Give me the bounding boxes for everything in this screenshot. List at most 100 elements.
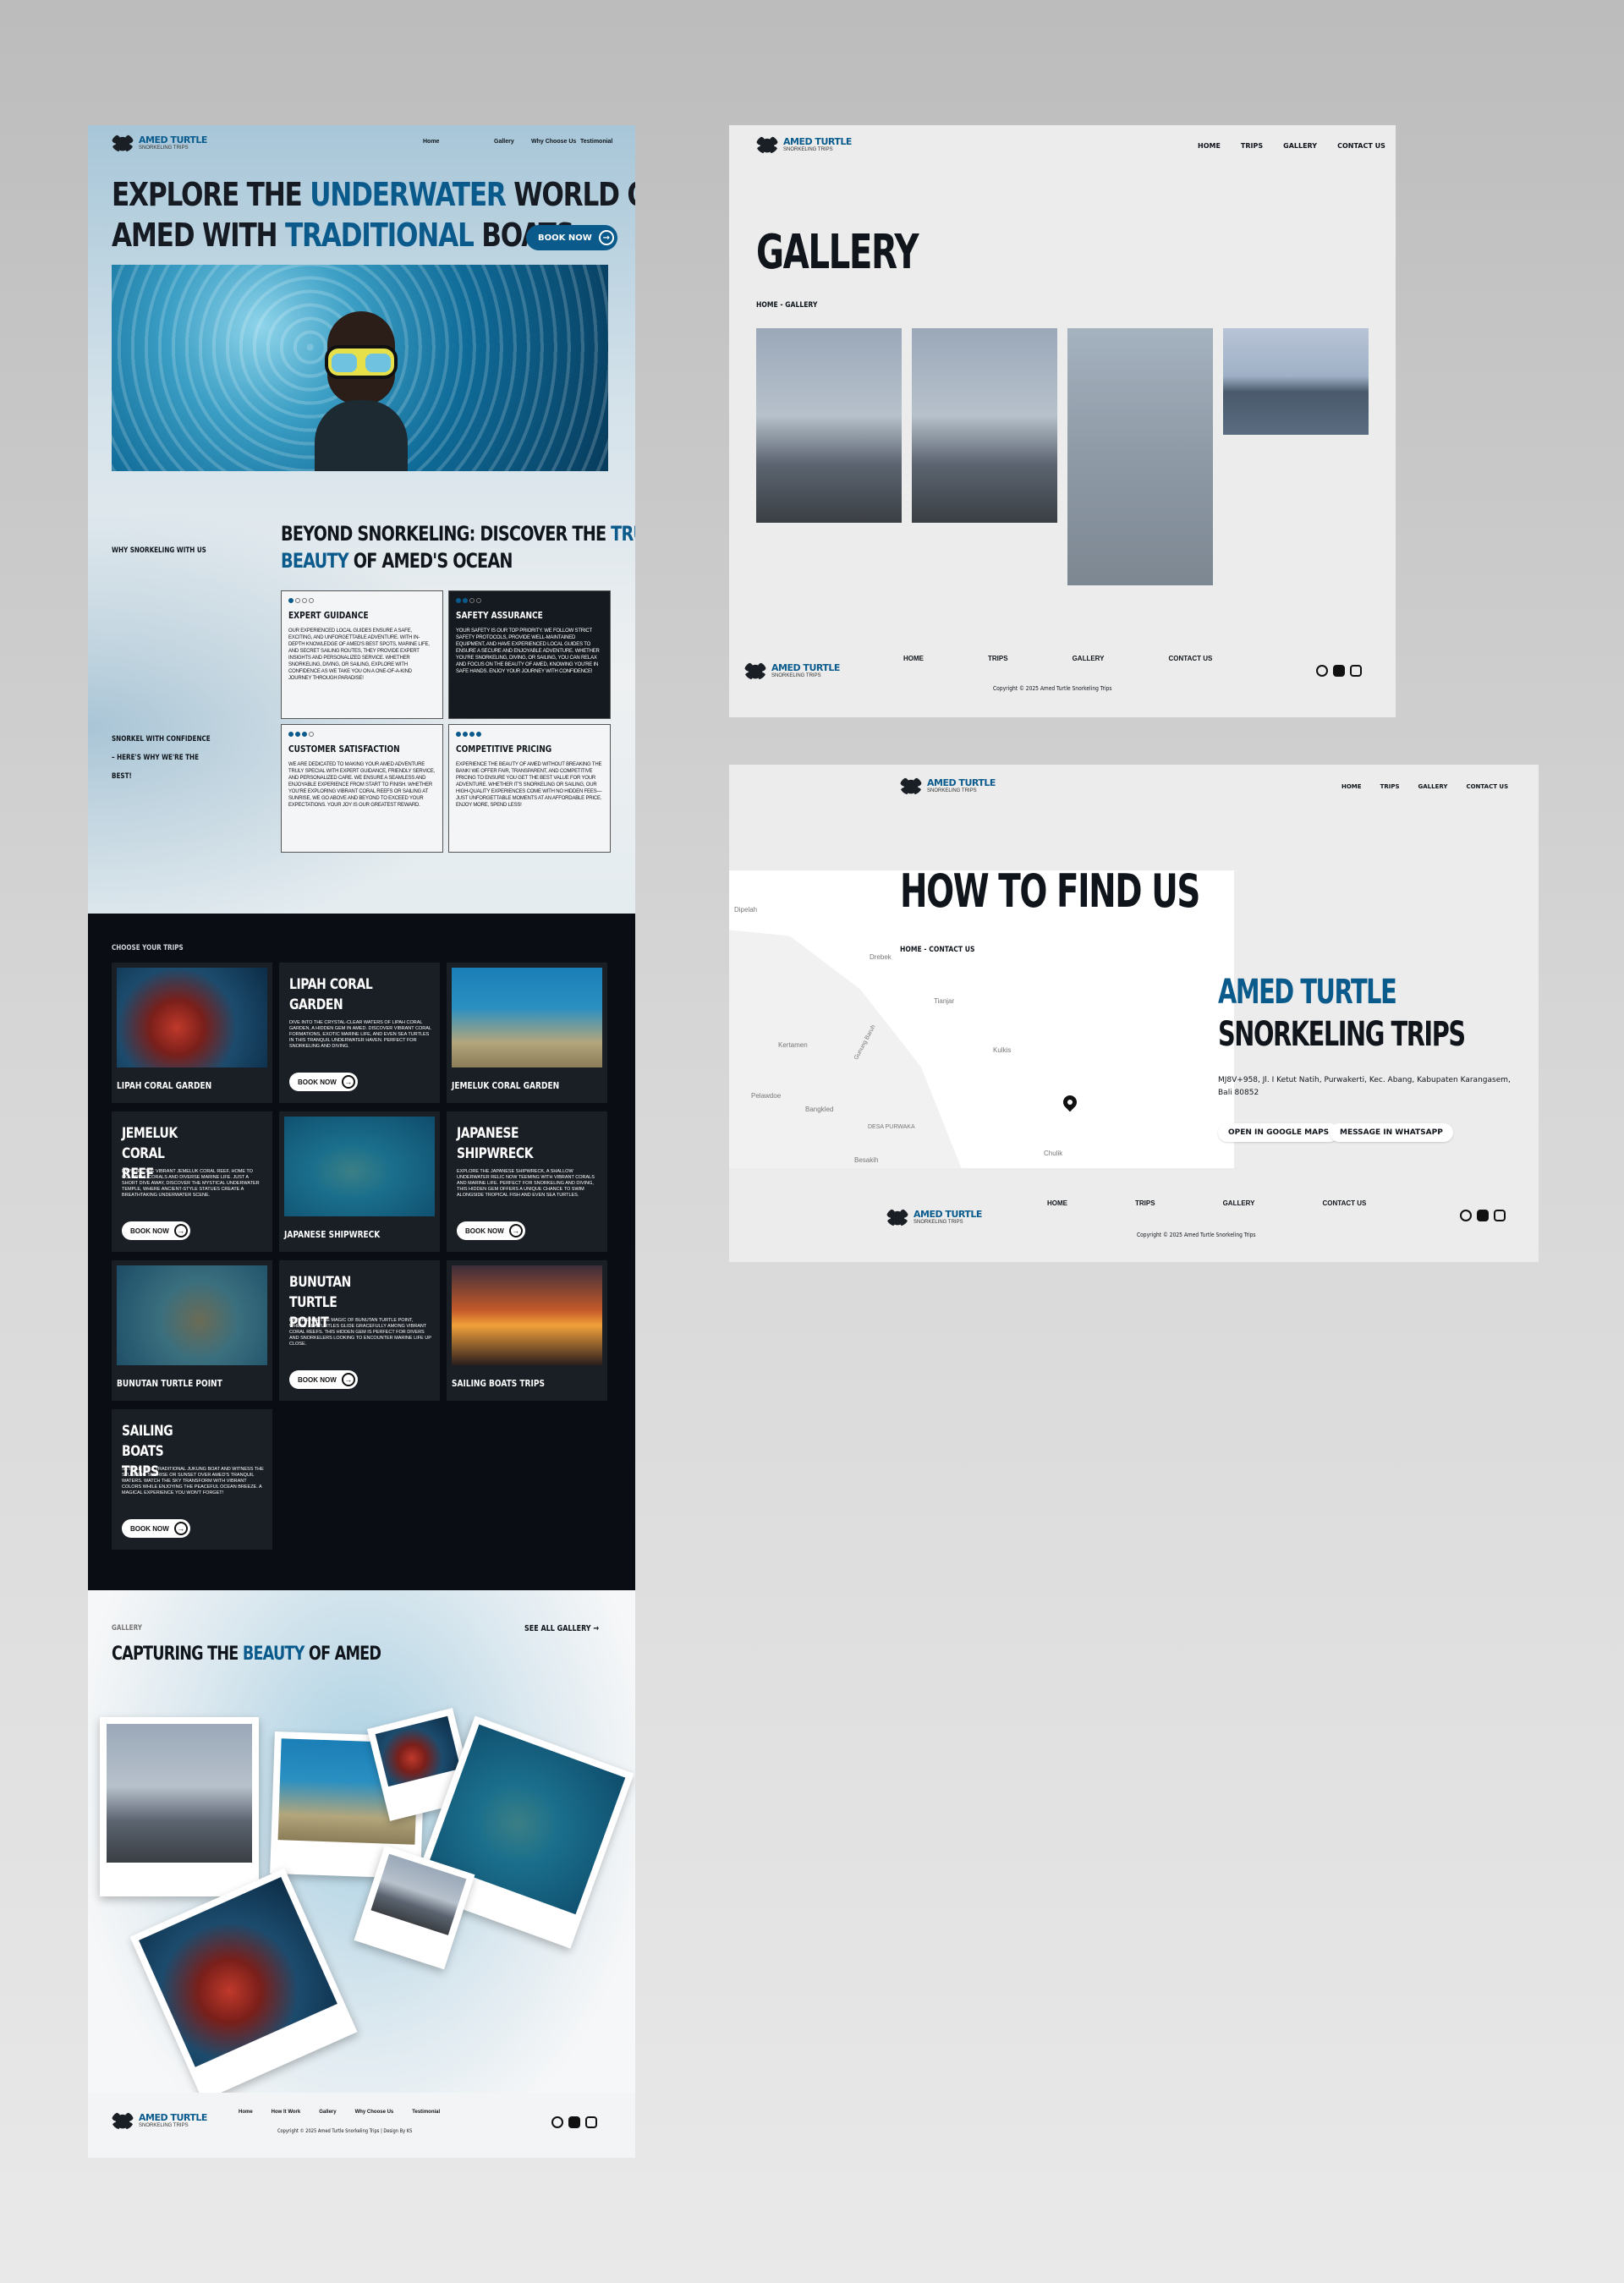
book-now-button[interactable]: BOOK NOW → bbox=[122, 1221, 190, 1240]
gallery-page-panel: AMED TURTLE SNORKELING TRIPS HOME TRIPS G… bbox=[729, 125, 1396, 717]
open-google-maps-button[interactable]: OPEN IN GOOGLE MAPS bbox=[1218, 1123, 1340, 1142]
gallery-photo[interactable] bbox=[1223, 328, 1369, 435]
gallery-photo[interactable] bbox=[1067, 328, 1213, 585]
footer-logo[interactable]: AMED TURTLE SNORKELING TRIPS bbox=[886, 1208, 982, 1227]
turtle-logo-icon bbox=[112, 134, 134, 152]
trip-card-shipwreck-image[interactable]: JAPANESE SHIPWRECK bbox=[279, 1111, 440, 1252]
social-links bbox=[1316, 665, 1362, 677]
turtle-logo-icon bbox=[886, 1208, 908, 1227]
polaroid-photo[interactable] bbox=[129, 1868, 358, 2101]
nav-why-choose-us[interactable]: Why Choose Us bbox=[531, 139, 576, 145]
footer-link[interactable]: CONTACT US bbox=[1169, 655, 1213, 662]
feature-card-expert-guidance: EXPERT GUIDANCE OUR EXPERIENCED LOCAL GUI… bbox=[281, 590, 443, 719]
book-now-button[interactable]: BOOK NOW → bbox=[289, 1370, 358, 1389]
home-footer: AMED TURTLE SNORKELING TRIPS Home How It … bbox=[88, 2093, 635, 2158]
polaroid-photo[interactable] bbox=[100, 1717, 259, 1896]
footer-link[interactable]: HOME bbox=[1047, 1199, 1067, 1207]
feature-card-safety-assurance: SAFETY ASSURANCE YOUR SAFETY IS OUR TOP P… bbox=[448, 590, 611, 719]
trip-card-sailing-info: SAILING BOATS TRIPS SET SAIL ON A TRADITI… bbox=[112, 1409, 272, 1550]
breadcrumb: HOME - GALLERY bbox=[756, 301, 818, 310]
message-whatsapp-button[interactable]: MESSAGE IN WHATSAPP bbox=[1330, 1123, 1453, 1142]
footer-link[interactable]: Home bbox=[239, 2110, 253, 2115]
trips-section: CHOOSE YOUR TRIPS LIPAH CORAL GARDEN LIP… bbox=[88, 914, 635, 1590]
trip-card-lipah-info: LIPAH CORAL GARDEN DIVE INTO THE CRYSTAL-… bbox=[279, 963, 440, 1103]
nav-home[interactable]: Home bbox=[423, 139, 439, 145]
instagram-icon[interactable] bbox=[585, 2116, 597, 2128]
nav-gallery[interactable]: Gallery bbox=[494, 139, 514, 145]
nav-home[interactable]: HOME bbox=[1198, 142, 1221, 150]
trip-card-jemeluk-image[interactable]: JEMELUK CORAL GARDEN bbox=[447, 963, 607, 1103]
footer-link[interactable]: GALLERY bbox=[1073, 655, 1105, 662]
social-links bbox=[551, 2116, 597, 2128]
hero-book-now-button[interactable]: BOOK NOW → bbox=[526, 225, 617, 250]
logo[interactable]: AMED TURTLE SNORKELING TRIPS bbox=[900, 777, 996, 795]
instagram-icon[interactable] bbox=[1350, 665, 1362, 677]
nav-trips[interactable]: TRIPS bbox=[1241, 142, 1263, 150]
copyright: Copyright © 2025 Amed Turtle Snorkeling … bbox=[277, 2128, 413, 2134]
book-now-button[interactable]: BOOK NOW → bbox=[289, 1073, 358, 1091]
footer-link[interactable]: Gallery bbox=[319, 2110, 336, 2115]
whatsapp-icon[interactable] bbox=[551, 2116, 563, 2128]
page-title: HOW TO FIND US bbox=[900, 864, 1200, 918]
nav-gallery[interactable]: GALLERY bbox=[1418, 783, 1448, 790]
arrow-right-icon: → bbox=[508, 1224, 523, 1238]
footer-nav: Home How It Work Gallery Why Choose Us T… bbox=[239, 2110, 440, 2115]
arrow-right-icon: → bbox=[173, 1224, 188, 1238]
see-all-gallery-link[interactable]: SEE ALL GALLERY → bbox=[524, 1624, 599, 1633]
footer-logo[interactable]: AMED TURTLE SNORKELING TRIPS bbox=[112, 2111, 207, 2130]
footer-link[interactable]: HOME bbox=[903, 655, 924, 662]
nav-contact[interactable]: CONTACT US bbox=[1466, 783, 1508, 790]
nav-trips[interactable]: TRIPS bbox=[1380, 783, 1400, 790]
logo[interactable]: AMED TURTLE SNORKELING TRIPS bbox=[112, 134, 207, 152]
arrow-right-icon: → bbox=[173, 1522, 188, 1535]
footer-nav: HOME TRIPS GALLERY CONTACT US bbox=[903, 655, 1212, 662]
footer-link[interactable]: TRIPS bbox=[988, 655, 1008, 662]
footer-nav: HOME TRIPS GALLERY CONTACT US bbox=[1047, 1199, 1366, 1207]
footer-link[interactable]: Why Choose Us bbox=[355, 2110, 394, 2115]
turtle-logo-icon bbox=[756, 135, 778, 154]
facebook-icon[interactable] bbox=[1333, 665, 1345, 677]
gallery-photo[interactable] bbox=[756, 328, 902, 523]
nav-testimonial[interactable]: Testimonial bbox=[580, 139, 612, 145]
home-page-panel: AMED TURTLE SNORKELING TRIPS Home Gallery… bbox=[88, 125, 635, 2158]
copyright: Copyright © 2025 Amed Turtle Snorkeling … bbox=[993, 685, 1112, 692]
trip-card-bunutan-image[interactable]: BUNUTAN TURTLE POINT bbox=[112, 1260, 272, 1401]
facebook-icon[interactable] bbox=[1477, 1210, 1489, 1221]
nav-home[interactable]: HOME bbox=[1341, 783, 1362, 790]
footer-link[interactable]: TRIPS bbox=[1135, 1199, 1155, 1207]
gallery-title: CAPTURING THE BEAUTY OF AMED bbox=[112, 1644, 381, 1665]
map-pin-icon[interactable] bbox=[1062, 1095, 1078, 1116]
book-now-button[interactable]: BOOK NOW → bbox=[122, 1519, 190, 1538]
logo[interactable]: AMED TURTLE SNORKELING TRIPS bbox=[756, 135, 852, 154]
why-label: WHY SNORKELING WITH US bbox=[112, 546, 206, 555]
brand-name: AMED TURTLE bbox=[139, 134, 207, 145]
social-links bbox=[1460, 1210, 1506, 1221]
gallery-photo[interactable] bbox=[912, 328, 1057, 523]
address: MJ8V+958, Jl. I Ketut Natih, Purwakerti,… bbox=[1218, 1076, 1511, 1097]
footer-link[interactable]: How It Work bbox=[272, 2110, 301, 2115]
instagram-icon[interactable] bbox=[1494, 1210, 1506, 1221]
trip-card-lipah-image[interactable]: LIPAH CORAL GARDEN bbox=[112, 963, 272, 1103]
gallery-label: GALLERY bbox=[112, 1624, 142, 1633]
nav-gallery[interactable]: GALLERY bbox=[1283, 142, 1317, 150]
trip-card-sailing-image[interactable]: SAILING BOATS TRIPS bbox=[447, 1260, 607, 1401]
turtle-logo-icon bbox=[744, 661, 766, 680]
feature-card-customer-satisfaction: CUSTOMER SATISFACTION WE ARE DEDICATED TO… bbox=[281, 724, 443, 853]
turtle-logo-icon bbox=[112, 2111, 134, 2130]
gallery-section: GALLERY SEE ALL GALLERY → CAPTURING THE … bbox=[88, 1590, 635, 2158]
contact-heading: AMED TURTLE SNORKELING TRIPS bbox=[1218, 973, 1466, 1054]
footer-logo[interactable]: AMED TURTLE SNORKELING TRIPS bbox=[744, 661, 840, 680]
nav-contact[interactable]: CONTACT US bbox=[1337, 142, 1385, 150]
turtle-logo-icon bbox=[900, 777, 922, 795]
whatsapp-icon[interactable] bbox=[1316, 665, 1328, 677]
book-now-button[interactable]: BOOK NOW → bbox=[457, 1221, 525, 1240]
footer-link[interactable]: Testimonial bbox=[412, 2110, 440, 2115]
facebook-icon[interactable] bbox=[568, 2116, 580, 2128]
footer-link[interactable]: GALLERY bbox=[1223, 1199, 1255, 1207]
trip-card-shipwreck-info: JAPANESE SHIPWRECK EXPLORE THE JAPANESE S… bbox=[447, 1111, 607, 1252]
footer-link[interactable]: CONTACT US bbox=[1323, 1199, 1367, 1207]
contact-page-panel: AMED TURTLE SNORKELING TRIPS HOME TRIPS G… bbox=[729, 765, 1539, 1262]
whatsapp-icon[interactable] bbox=[1460, 1210, 1472, 1221]
header: AMED TURTLE SNORKELING TRIPS bbox=[112, 134, 207, 152]
feature-card-competitive-pricing: COMPETITIVE PRICING EXPERIENCE THE BEAUTY… bbox=[448, 724, 611, 853]
